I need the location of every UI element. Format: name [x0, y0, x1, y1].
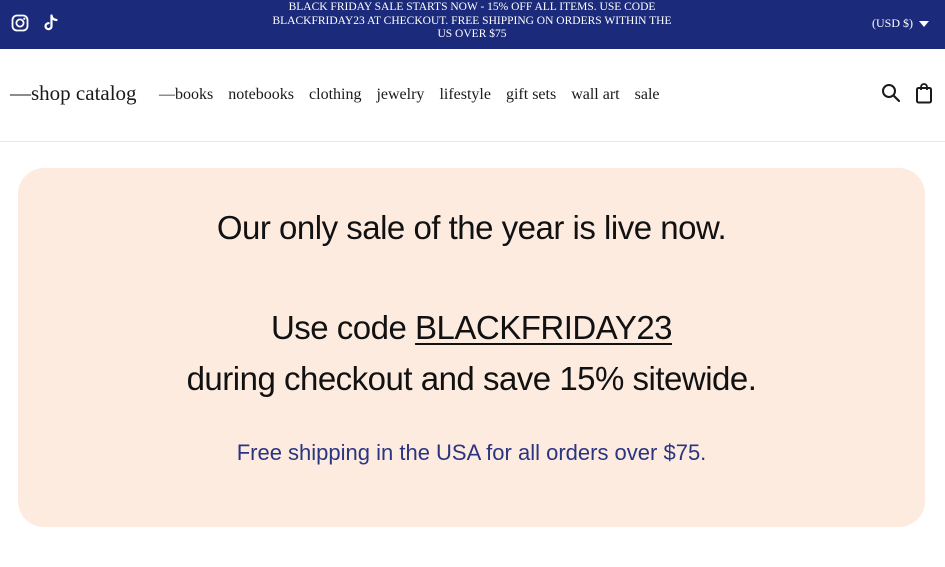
nav-item-notebooks[interactable]: notebooks: [228, 86, 294, 104]
discount-code-link[interactable]: BLACKFRIDAY23: [415, 309, 672, 346]
nav-item-clothing[interactable]: clothing: [309, 86, 361, 104]
header-icons: [881, 82, 933, 109]
instagram-icon[interactable]: [11, 14, 29, 32]
social-links: [11, 14, 60, 32]
search-icon[interactable]: [881, 83, 901, 108]
shipping-note: Free shipping in the USA for all orders …: [236, 440, 707, 465]
currency-label: (USD $): [872, 16, 913, 30]
announcement-bar: BLACK FRIDAY SALE STARTS NOW - 15% OFF A…: [0, 0, 945, 49]
nav-item-jewelry[interactable]: jewelry: [376, 86, 424, 104]
sale-headline: Our only sale of the year is live now.: [216, 209, 727, 246]
sale-savings-line: during checkout and save 15% sitewide.: [186, 360, 757, 397]
shopping-bag-icon[interactable]: [915, 82, 933, 109]
main-nav: —books notebooks clothing jewelry lifest…: [159, 86, 660, 104]
nav-item-lifestyle[interactable]: lifestyle: [439, 86, 491, 104]
nav-item-gift-sets[interactable]: gift sets: [506, 86, 556, 104]
tiktok-icon[interactable]: [42, 14, 60, 32]
sale-code-line: Use code BLACKFRIDAY23: [18, 309, 925, 347]
sale-banner: Our only sale of the year is live now. U…: [18, 168, 925, 527]
nav-item-books[interactable]: —books: [159, 86, 213, 104]
site-header: —shop catalog —books notebooks clothing …: [0, 49, 945, 142]
nav-item-wall-art[interactable]: wall art: [571, 86, 619, 104]
caret-down-icon: [919, 20, 929, 27]
site-logo[interactable]: —shop catalog: [10, 81, 137, 106]
currency-selector[interactable]: (USD $): [872, 16, 929, 31]
sale-code-prefix: Use code: [270, 309, 416, 346]
nav-item-sale[interactable]: sale: [635, 86, 660, 104]
announcement-text: BLACK FRIDAY SALE STARTS NOW - 15% OFF A…: [272, 1, 672, 40]
